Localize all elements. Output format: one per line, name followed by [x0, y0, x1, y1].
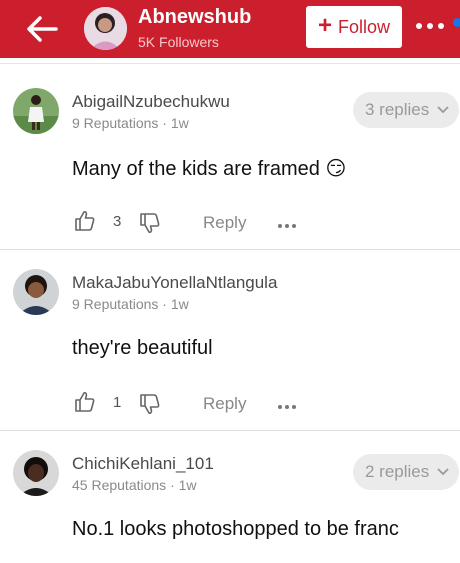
avatar[interactable] [13, 88, 59, 134]
follow-button[interactable]: + Follow [306, 6, 402, 48]
chevron-down-icon [437, 106, 449, 114]
follow-label: Follow [338, 16, 391, 37]
replies-toggle[interactable]: 3 replies [353, 92, 459, 128]
thumbs-up-icon[interactable] [73, 209, 97, 238]
comment-text: No.1 looks photoshopped to be franc [72, 518, 399, 540]
username[interactable]: AbigailNzubechukwu [72, 92, 230, 112]
replies-toggle[interactable]: 2 replies [353, 454, 459, 490]
follower-count: 5K Followers [138, 34, 219, 50]
username[interactable]: ChichiKehlani_101 [72, 454, 214, 474]
top-bar: Abnewshub 5K Followers + Follow [0, 0, 460, 58]
channel-avatar[interactable] [84, 7, 127, 50]
divider [0, 430, 460, 431]
comment-meta: 45 Reputations · 1w [72, 477, 197, 493]
comment-text: they're beautiful [72, 337, 213, 359]
back-arrow-icon[interactable] [24, 12, 60, 46]
comment-text: Many of the kids are framed 😏 [72, 158, 347, 180]
reply-button[interactable]: Reply [203, 394, 246, 414]
more-options-icon[interactable] [277, 217, 297, 235]
reply-button[interactable]: Reply [203, 213, 246, 233]
replies-label: 2 replies [365, 462, 430, 481]
channel-name[interactable]: Abnewshub [138, 6, 251, 29]
chevron-down-icon [437, 468, 449, 476]
thumbs-down-icon[interactable] [138, 211, 162, 240]
more-options-icon[interactable] [277, 398, 297, 416]
comment-meta: 9 Reputations · 1w [72, 115, 189, 131]
plus-icon: + [317, 12, 332, 39]
like-count: 1 [113, 394, 122, 411]
avatar[interactable] [13, 269, 59, 315]
thumbs-up-icon[interactable] [73, 390, 97, 419]
divider [0, 63, 460, 64]
like-count: 3 [113, 213, 122, 230]
username[interactable]: MakaJabuYonellaNtlangula [72, 273, 277, 293]
avatar[interactable] [13, 450, 59, 496]
notification-dot [453, 18, 460, 27]
replies-label: 3 replies [365, 100, 430, 119]
divider [0, 249, 460, 250]
more-options-icon[interactable] [414, 16, 448, 36]
comment-meta: 9 Reputations · 1w [72, 296, 189, 312]
thumbs-down-icon[interactable] [138, 392, 162, 421]
